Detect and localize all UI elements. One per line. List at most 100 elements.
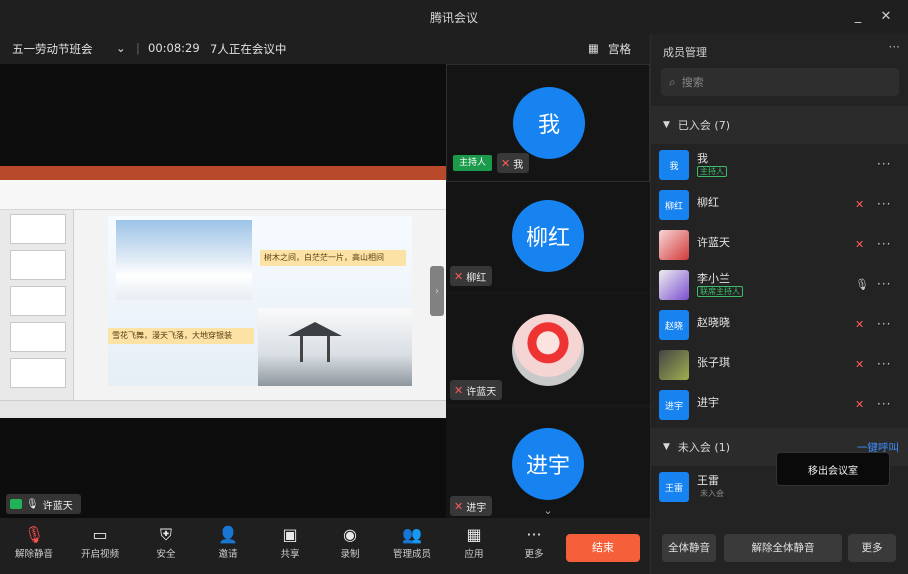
member-row[interactable]: 进宇 进宇 ✕ ··· — [651, 386, 908, 426]
more-icon[interactable]: ··· — [877, 237, 891, 251]
video-tile[interactable]: ✕ 许蓝天 — [446, 294, 650, 404]
tile-name: 进宇 — [466, 502, 487, 514]
video-tile[interactable]: 进宇 ✕ 进宇 — [446, 408, 650, 518]
safety-icon: ⛨ — [159, 525, 172, 544]
waiting-section-label: 未入会 (1) — [677, 441, 730, 454]
tile-name-tag: ✕ 柳红 — [450, 266, 493, 286]
collapse-handle[interactable]: › — [430, 266, 444, 316]
video-tile[interactable]: 我 主持人 ✕ 我 — [446, 64, 650, 182]
member-row[interactable]: 我 我 主持人 ··· — [651, 146, 908, 186]
mute-button[interactable]: 🎙 解除静音 — [6, 524, 62, 570]
chevron-down-icon[interactable]: ⌄ — [116, 41, 126, 55]
chevron-down-icon[interactable]: ⌄ — [536, 504, 560, 517]
meeting-toolbar: 🎙 解除静音 ▭ 开启视频 ⛨ 安全 👤 邀请 ▣ 共享 ◉ 录制 👥 管理成员… — [0, 518, 650, 574]
minimize-button[interactable]: _ — [848, 7, 868, 27]
app-title: 腾讯会议 — [429, 11, 478, 25]
mic-off-icon: ✕ — [454, 383, 464, 397]
mic-off-icon[interactable]: ✕ — [855, 398, 864, 411]
member-row[interactable]: 李小兰 联席主持人 🎙 ··· — [651, 266, 908, 306]
more-icon[interactable]: ··· — [877, 317, 891, 331]
more-icon[interactable]: ··· — [877, 397, 891, 411]
member-role: 主持人 — [697, 166, 727, 177]
caret-down-icon: ▼ — [663, 442, 670, 452]
tile-name-tag: ✕ 进宇 — [450, 496, 493, 516]
video-off-icon: ▭ — [92, 525, 108, 544]
more-icon[interactable]: ··· — [877, 277, 891, 291]
member-row[interactable]: 柳红 柳红 ✕ ··· — [651, 186, 908, 226]
unmute-all-button[interactable]: 解除全体静音 — [724, 534, 842, 562]
slide-thumb — [10, 358, 66, 388]
slide-caption-top: 树木之间，白茫茫一片，高山相间 — [260, 250, 406, 266]
mic-off-icon: ✕ — [501, 156, 511, 170]
search-input[interactable] — [681, 75, 882, 89]
member-name: 张子琪 — [697, 356, 730, 369]
slide-thumbnails — [0, 210, 74, 400]
record-button[interactable]: ◉ 录制 — [322, 524, 378, 570]
panel-title: 成员管理 — [663, 46, 707, 59]
snow-trees-image — [116, 220, 252, 300]
invite-icon: 👤 — [218, 525, 238, 544]
video-button[interactable]: ▭ 开启视频 — [72, 524, 128, 570]
mic-off-icon[interactable]: ✕ — [855, 198, 864, 211]
grid-view-label[interactable]: 宫格 — [608, 41, 631, 57]
invite-button[interactable]: 👤 邀请 — [200, 524, 256, 570]
meeting-header: 五一劳动节班会 ⌄ | 00:08:29 7人正在会议中 ▦ 宫格 — [0, 34, 650, 64]
avatar: 柳红 — [659, 190, 689, 220]
mic-off-icon[interactable]: ✕ — [855, 238, 864, 251]
member-row[interactable]: 赵晓 赵晓晓 ✕ ··· — [651, 306, 908, 346]
safety-button[interactable]: ⛨ 安全 — [138, 524, 194, 570]
apps-icon: ▦ — [466, 525, 482, 544]
in-meeting-section-header[interactable]: ▼ 已入会 (7) — [651, 106, 908, 144]
tile-name: 许蓝天 — [466, 386, 497, 398]
mute-all-button[interactable]: 全体静音 — [662, 534, 716, 562]
avatar-photo — [659, 230, 689, 260]
slide-canvas: 树木之间，白茫茫一片，高山相间 雪花飞舞，漫天飞落，大地穿银装 — [108, 216, 412, 386]
meeting-topic[interactable]: 五一劳动节班会 — [12, 41, 93, 57]
share-screen-icon: ▣ — [282, 525, 298, 544]
presenter-name: 许蓝天 — [42, 500, 73, 512]
slide-status-bar — [0, 400, 446, 418]
end-meeting-button[interactable]: 结束 — [566, 534, 640, 562]
tile-name-tag: ✕ 许蓝天 — [450, 380, 503, 400]
more-icon[interactable]: ··· — [877, 357, 891, 371]
avatar-photo — [659, 350, 689, 380]
avatar: 王雷 — [659, 472, 689, 502]
share-screen-button[interactable]: ▣ 共享 — [262, 524, 318, 570]
member-name: 进宇 — [697, 396, 719, 409]
close-button[interactable]: ✕ — [876, 7, 896, 27]
member-row[interactable]: 许蓝天 ✕ ··· — [651, 226, 908, 266]
avatar: 赵晓 — [659, 310, 689, 340]
mic-off-icon[interactable]: ✕ — [855, 318, 864, 331]
more-button[interactable]: ··· 更多 — [506, 524, 562, 570]
search-icon: ⌕ — [669, 74, 676, 89]
elapsed-time: 00:08:29 — [148, 41, 200, 55]
mic-off-icon: 🎙 — [23, 525, 45, 544]
mic-icon[interactable]: 🎙 — [855, 278, 869, 291]
slide-caption-bottom: 雪花飞舞，漫天飞落，大地穿银装 — [108, 328, 254, 344]
more-icon[interactable]: ··· — [877, 157, 891, 171]
members-panel: 成员管理 ··· ⌕ ▼ 已入会 (7) 我 我 主持人 ··· 柳红 柳红 ✕… — [650, 34, 908, 574]
search-box[interactable]: ⌕ — [661, 68, 899, 96]
avatar: 进宇 — [512, 428, 584, 500]
panel-more-button[interactable]: 更多 — [848, 534, 896, 562]
more-icon[interactable]: ··· — [889, 40, 900, 54]
mic-off-icon: ✕ — [454, 269, 464, 283]
mic-off-icon[interactable]: ✕ — [855, 358, 864, 371]
member-row[interactable]: 张子琪 ✕ ··· — [651, 346, 908, 386]
video-tile[interactable]: 柳红 ✕ 柳红 — [446, 182, 650, 292]
members-icon: 👥 — [402, 525, 422, 544]
apps-button[interactable]: ▦ 应用 — [446, 524, 502, 570]
member-name: 柳红 — [697, 196, 719, 209]
more-icon: ··· — [526, 525, 542, 544]
sharing-badge — [10, 499, 22, 509]
grid-icon[interactable]: ▦ — [588, 41, 599, 55]
slide-thumb — [10, 286, 66, 316]
avatar: 我 — [659, 150, 689, 180]
member-name: 赵晓晓 — [697, 316, 730, 329]
in-meeting-section-label: 已入会 (7) — [677, 119, 730, 132]
more-icon[interactable]: ··· — [877, 197, 891, 211]
pavilion-image — [258, 308, 412, 386]
manage-members-button[interactable]: 👥 管理成员 — [384, 524, 440, 570]
avatar: 柳红 — [512, 200, 584, 272]
tile-name-tag: ✕ 我 — [497, 153, 530, 173]
